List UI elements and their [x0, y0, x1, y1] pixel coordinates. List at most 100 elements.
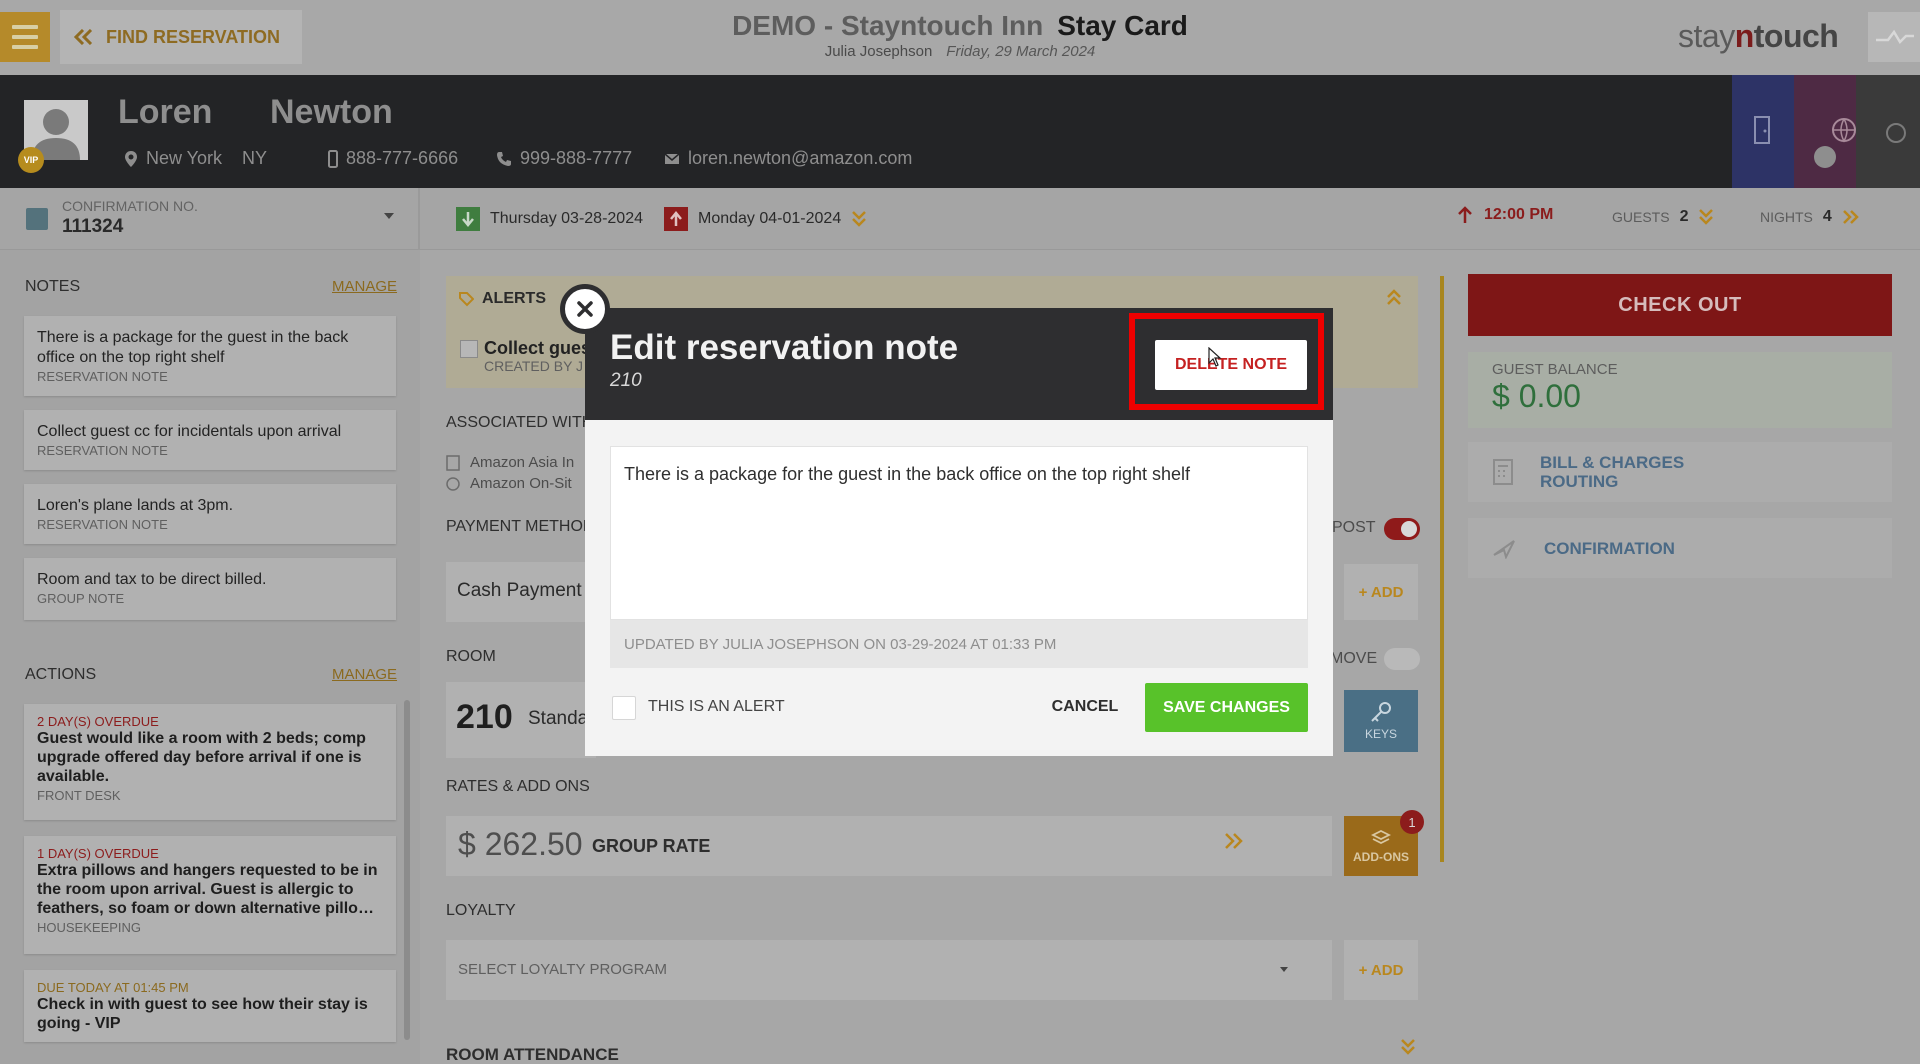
guest-first-name[interactable]: Loren [118, 93, 212, 132]
departure-arrow-icon [664, 207, 688, 231]
phone-icon [497, 151, 511, 166]
guest-city: New York [146, 148, 223, 168]
building-icon [446, 454, 460, 471]
note-card[interactable]: Collect guest cc for incidentals upon ar… [24, 410, 396, 470]
arrival-date[interactable]: Thursday 03-28-2024 [456, 204, 643, 234]
is-alert-label[interactable]: THIS IS AN ALERT [648, 698, 785, 716]
guest-balance-amount: $ 0.00 [1492, 378, 1581, 414]
double-chevron-up-icon[interactable] [1386, 288, 1402, 306]
layers-icon [1371, 829, 1391, 844]
email-icon [664, 152, 680, 164]
guest-location: New York NY [124, 148, 267, 169]
brand-logo: stayntouch [1678, 18, 1839, 54]
loyalty-label: LOYALTY [446, 902, 516, 919]
arrival-arrow-icon [456, 207, 480, 231]
guest-last-name[interactable]: Newton [270, 93, 393, 132]
scrollbar[interactable] [404, 700, 410, 1040]
page-title: DEMO - Stayntouch Inn Stay Card [0, 10, 1920, 42]
payment-method[interactable]: Cash Payment [446, 562, 596, 622]
add-payment-button[interactable]: + ADD [1344, 564, 1418, 620]
action-card[interactable]: 2 DAY(S) OVERDUE Guest would like a room… [24, 704, 396, 820]
notes-heading: NOTES [25, 278, 81, 295]
business-date: Friday, 29 March 2024 [946, 43, 1096, 60]
extra-panel-button[interactable] [1856, 75, 1920, 188]
check-out-button[interactable]: CHECK OUT [1468, 274, 1892, 336]
manage-notes-link[interactable]: MANAGE [332, 278, 397, 295]
note-card[interactable]: There is a package for the guest in the … [24, 316, 396, 396]
alert-checkbox[interactable] [460, 340, 478, 358]
move-toggle[interactable] [1384, 648, 1420, 670]
cancel-button[interactable]: CANCEL [1044, 682, 1126, 732]
vip-badge: VIP [18, 147, 44, 173]
note-card[interactable]: Loren's plane lands at 3pm. RESERVATION … [24, 484, 396, 544]
associated-label: ASSOCIATED WITH [446, 414, 594, 431]
globe-panel-button[interactable] [1794, 75, 1856, 188]
alerts-heading: ALERTS [458, 290, 546, 308]
manage-actions-link[interactable]: MANAGE [332, 666, 397, 683]
departure-date[interactable]: Monday 04-01-2024 [664, 204, 867, 234]
close-button[interactable] [560, 284, 610, 334]
guest-phone[interactable]: 999-888-7777 [496, 148, 632, 169]
alert-text: Collect gues [484, 338, 592, 358]
alert-created-by: CREATED BY J [484, 358, 584, 374]
page-subtitle: Julia Josephson Friday, 29 March 2024 [0, 43, 1920, 60]
save-changes-button[interactable]: SAVE CHANGES [1145, 683, 1308, 732]
loyalty-select[interactable]: SELECT LOYALTY PROGRAM [446, 940, 1332, 1000]
add-ons-count-badge: 1 [1400, 810, 1424, 834]
action-card[interactable]: DUE TODAY AT 01:45 PM Check in with gues… [24, 970, 396, 1042]
room-number: 210 [456, 698, 513, 736]
modal-subtitle: 210 [610, 370, 642, 391]
divider [418, 188, 420, 250]
associated-travel-agent[interactable]: Amazon On-Sit [446, 473, 574, 494]
post-toggle[interactable] [1384, 518, 1420, 540]
note-card[interactable]: Room and tax to be direct billed. GROUP … [24, 558, 396, 620]
post-label: POST [1332, 519, 1376, 536]
departure-time[interactable]: 12:00 PM [1458, 206, 1553, 224]
door-icon [1754, 116, 1770, 144]
location-pin-icon [125, 150, 137, 167]
payment-label: PAYMENT METHOD [446, 518, 595, 535]
key-icon [1371, 702, 1391, 722]
keys-button[interactable]: KEYS [1344, 690, 1418, 752]
confirmation-button[interactable]: CONFIRMATION [1468, 518, 1892, 578]
divider [1440, 276, 1444, 862]
note-textarea[interactable]: There is a package for the guest in the … [610, 446, 1308, 620]
hotel-name: DEMO - Stayntouch Inn [732, 10, 1044, 41]
calculator-icon [1493, 459, 1513, 485]
action-card[interactable]: 1 DAY(S) OVERDUE Extra pillows and hange… [24, 836, 396, 954]
guest-mobile[interactable]: 888-777-6666 [328, 148, 458, 169]
add-loyalty-button[interactable]: + ADD [1344, 940, 1418, 1000]
confirmation-icon [26, 208, 48, 230]
close-icon [577, 301, 593, 317]
room-label: ROOM [446, 648, 496, 665]
guests-count[interactable]: GUESTS 2 [1612, 208, 1714, 226]
double-chevron-right-icon[interactable] [1224, 832, 1244, 850]
double-chevron-down-icon[interactable] [1400, 1038, 1416, 1056]
chevron-down-icon[interactable] [1280, 967, 1288, 972]
nights-count[interactable]: NIGHTS 4 [1760, 208, 1860, 226]
activity-button[interactable] [1868, 12, 1920, 62]
double-chevron-down-icon [1698, 208, 1714, 226]
link-icon [1886, 123, 1906, 143]
associated-list: Amazon Asia In Amazon On-Sit [446, 452, 574, 494]
globe-icon [1814, 118, 1856, 168]
move-label: MOVE [1330, 650, 1378, 667]
rates-label: RATES & ADD ONS [446, 778, 590, 795]
confirmation-number[interactable]: 111324 [62, 216, 123, 238]
actions-heading: ACTIONS [25, 666, 97, 683]
screen-name: Stay Card [1057, 10, 1188, 41]
globe-icon [446, 476, 460, 491]
mobile-icon [328, 149, 338, 168]
is-alert-checkbox[interactable] [612, 696, 636, 720]
associated-company[interactable]: Amazon Asia In [446, 452, 574, 473]
tag-icon [459, 292, 474, 307]
rate-name: GROUP RATE [592, 836, 711, 856]
room-panel-button[interactable] [1732, 75, 1794, 188]
guest-email[interactable]: loren.newton@amazon.com [664, 148, 912, 169]
user-name: Julia Josephson [824, 43, 933, 60]
send-icon [1493, 540, 1515, 559]
double-chevron-down-icon[interactable] [851, 210, 867, 228]
chevron-down-icon[interactable] [384, 213, 394, 219]
bill-charges-routing-button[interactable]: BILL & CHARGES ROUTING [1468, 442, 1892, 502]
delete-note-button[interactable]: DELETE NOTE [1155, 340, 1307, 390]
